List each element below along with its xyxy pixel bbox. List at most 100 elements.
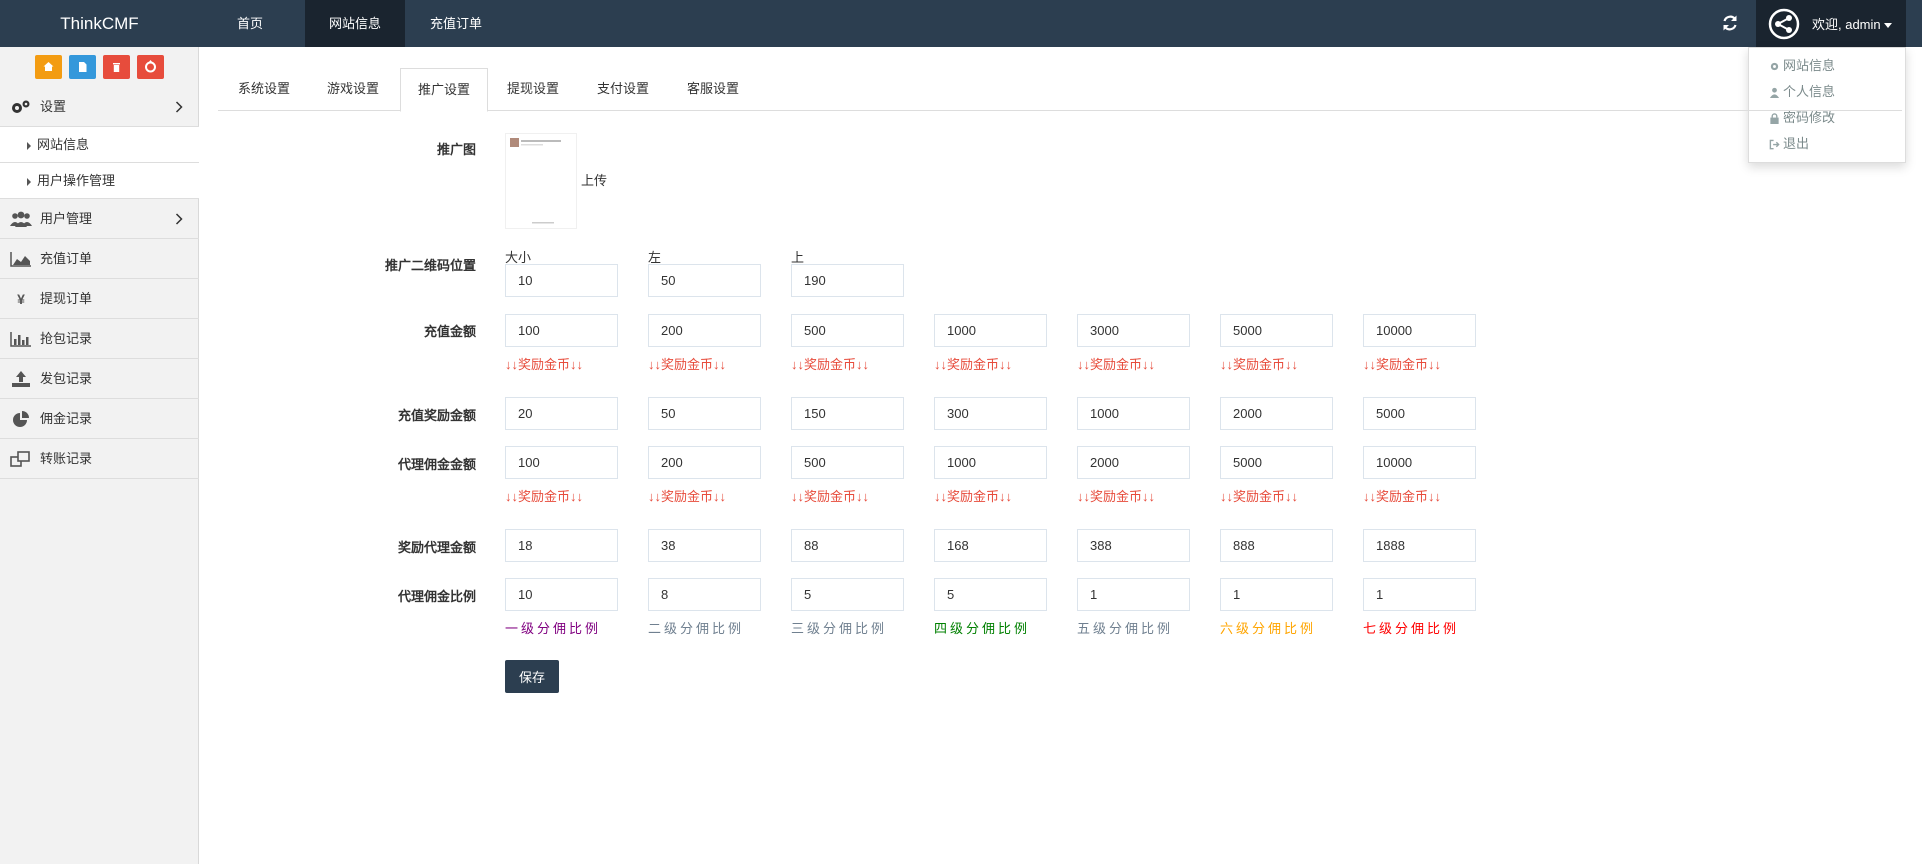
recharge-amount-input-7[interactable] <box>1363 314 1476 347</box>
tab-customer-service-settings[interactable]: 客服设置 <box>668 68 758 111</box>
recharge-amount-input-3[interactable] <box>791 314 904 347</box>
dropdown-logout[interactable]: 退出 <box>1769 134 1809 154</box>
recharge-amount-input-2[interactable] <box>648 314 761 347</box>
qr-left-input[interactable] <box>648 264 761 297</box>
agent-commission-label: 代理佣金金额 <box>397 457 476 472</box>
agent-reward-input-1[interactable] <box>505 529 618 562</box>
commission-tier-label: 五级分佣比例 <box>1077 621 1174 636</box>
commission-tier-label: 一级分佣比例 <box>505 621 602 636</box>
recharge-amount-input-6[interactable] <box>1220 314 1333 347</box>
caret-down-icon <box>1883 23 1892 29</box>
recharge-amount-input-5[interactable] <box>1077 314 1190 347</box>
promo-image-thumbnail[interactable] <box>505 133 577 229</box>
commission-ratio-label: 代理佣金比例 <box>397 589 476 604</box>
commission-ratio-input-4[interactable] <box>934 578 1047 611</box>
user-menu[interactable]: 欢迎, admin <box>1756 0 1906 47</box>
tab-system-settings[interactable]: 系统设置 <box>218 68 310 111</box>
agent-reward-input-5[interactable] <box>1077 529 1190 562</box>
tab-payment-settings[interactable]: 支付设置 <box>578 68 668 111</box>
recharge-reward-input-5[interactable] <box>1077 397 1190 430</box>
commission-tier-label: 四级分佣比例 <box>934 621 1031 636</box>
nav-recharge-orders[interactable]: 充值订单 <box>420 0 492 47</box>
agent-reward-label: 奖励代理金额 <box>397 540 476 555</box>
save-button[interactable]: 保存 <box>505 660 559 693</box>
sidebar: 设置 网站信息 用户操作管理 用户管理 充值订单 ¥ 提现订单 抢包记录 发包记… <box>0 47 199 864</box>
file-icon <box>79 62 87 72</box>
reward-hint: ↓↓奖励金币↓↓ <box>934 357 1013 372</box>
agent-commission-input-6[interactable] <box>1220 446 1333 479</box>
tab-promotion-settings[interactable]: 推广设置 <box>400 68 488 112</box>
commission-ratio-input-5[interactable] <box>1077 578 1190 611</box>
sidebar-item-site-info[interactable]: 网站信息 <box>0 127 199 163</box>
sidebar-item-withdraw-orders[interactable]: ¥ 提现订单 <box>0 279 199 319</box>
promo-image-preview <box>510 138 561 224</box>
sidebar-group-settings[interactable]: 设置 <box>0 87 199 127</box>
agent-commission-input-2[interactable] <box>648 446 761 479</box>
agent-commission-input-1[interactable] <box>505 446 618 479</box>
reward-hint: ↓↓奖励金币↓↓ <box>934 489 1013 504</box>
sidebar-group-label: 设置 <box>40 99 67 114</box>
recycle-shortcut-button[interactable] <box>137 55 164 79</box>
refresh-icon[interactable] <box>1720 13 1740 33</box>
sidebar-item-send-records[interactable]: 发包记录 <box>0 359 199 399</box>
agent-commission-input-3[interactable] <box>791 446 904 479</box>
reward-hint: ↓↓奖励金币↓↓ <box>1363 357 1442 372</box>
reward-hint: ↓↓奖励金币↓↓ <box>505 489 584 504</box>
sidebar-item-recharge-orders[interactable]: 充值订单 <box>0 239 199 279</box>
agent-reward-input-6[interactable] <box>1220 529 1333 562</box>
commission-ratio-input-1[interactable] <box>505 578 618 611</box>
tab-withdraw-settings[interactable]: 提现设置 <box>488 68 578 111</box>
user-welcome-text[interactable]: 欢迎, admin <box>1812 0 1892 49</box>
recharge-reward-input-1[interactable] <box>505 397 618 430</box>
dropdown-change-password[interactable]: 密码修改 <box>1769 108 1835 128</box>
sign-out-icon <box>1769 139 1780 150</box>
upload-link[interactable]: 上传 <box>581 170 607 189</box>
recharge-reward-input-3[interactable] <box>791 397 904 430</box>
reward-hint: ↓↓奖励金币↓↓ <box>1220 357 1299 372</box>
chevron-right-icon <box>175 213 183 225</box>
commission-ratio-input-3[interactable] <box>791 578 904 611</box>
reward-hint: ↓↓奖励金币↓↓ <box>1077 489 1156 504</box>
recharge-amount-input-1[interactable] <box>505 314 618 347</box>
sidebar-group-user-management[interactable]: 用户管理 <box>0 199 199 239</box>
nav-home[interactable]: 首页 <box>224 0 276 47</box>
qr-size-input[interactable] <box>505 264 618 297</box>
gears-icon <box>12 100 30 113</box>
agent-reward-input-4[interactable] <box>934 529 1047 562</box>
commission-ratio-input-7[interactable] <box>1363 578 1476 611</box>
agent-commission-input-4[interactable] <box>934 446 1047 479</box>
recharge-reward-label: 充值奖励金额 <box>397 408 476 423</box>
recharge-reward-input-6[interactable] <box>1220 397 1333 430</box>
agent-commission-input-7[interactable] <box>1363 446 1476 479</box>
commission-ratio-input-2[interactable] <box>648 578 761 611</box>
recharge-reward-input-4[interactable] <box>934 397 1047 430</box>
reward-hint: ↓↓奖励金币↓↓ <box>1363 489 1442 504</box>
caret-right-icon <box>27 178 31 186</box>
users-icon <box>10 211 32 227</box>
tab-game-settings[interactable]: 游戏设置 <box>308 68 398 111</box>
recharge-reward-input-2[interactable] <box>648 397 761 430</box>
sidebar-item-user-operations[interactable]: 用户操作管理 <box>0 163 199 199</box>
sidebar-item-label: 提现订单 <box>40 291 93 306</box>
agent-reward-input-2[interactable] <box>648 529 761 562</box>
agent-commission-input-5[interactable] <box>1077 446 1190 479</box>
lock-icon <box>1770 113 1779 125</box>
sidebar-item-commission-records[interactable]: 佣金记录 <box>0 399 199 439</box>
windows-icon <box>10 451 30 467</box>
caret-right-icon <box>27 142 31 150</box>
brand-logo[interactable]: ThinkCMF <box>0 0 199 47</box>
agent-reward-input-3[interactable] <box>791 529 904 562</box>
trash-shortcut-button[interactable] <box>103 55 130 79</box>
file-shortcut-button[interactable] <box>69 55 96 79</box>
sidebar-item-label: 发包记录 <box>40 371 93 386</box>
sidebar-item-grab-records[interactable]: 抢包记录 <box>0 319 199 359</box>
commission-ratio-input-6[interactable] <box>1220 578 1333 611</box>
home-shortcut-button[interactable] <box>35 55 62 79</box>
commission-tier-label: 六级分佣比例 <box>1220 621 1317 636</box>
nav-site-info[interactable]: 网站信息 <box>305 0 405 47</box>
sidebar-item-transfer-records[interactable]: 转账记录 <box>0 439 199 479</box>
recharge-amount-input-4[interactable] <box>934 314 1047 347</box>
agent-reward-input-7[interactable] <box>1363 529 1476 562</box>
recharge-reward-input-7[interactable] <box>1363 397 1476 430</box>
qr-top-input[interactable] <box>791 264 904 297</box>
